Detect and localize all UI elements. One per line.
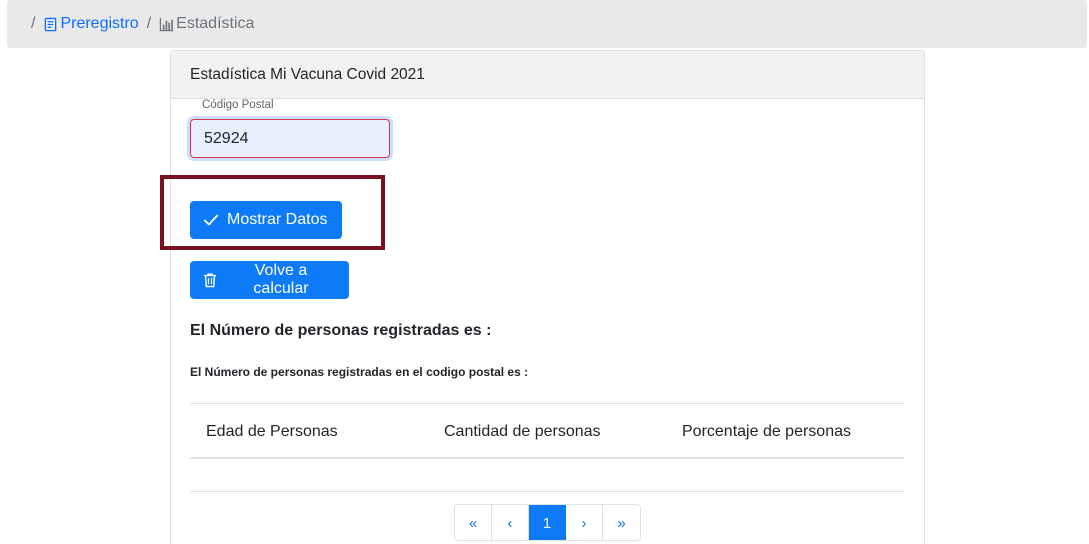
recalculate-label: Volve a calcular: [253, 262, 309, 297]
recalculate-button[interactable]: Volve a calcular: [190, 261, 349, 299]
breadcrumb-separator: /: [31, 15, 36, 32]
previous-page-button[interactable]: ‹: [492, 505, 529, 540]
bar-chart-icon: [159, 17, 174, 31]
table-border-top: [190, 403, 904, 404]
pagination: « ‹ 1 › »: [454, 504, 641, 541]
postal-code-input[interactable]: [190, 119, 390, 158]
next-page-button[interactable]: ›: [566, 505, 603, 540]
total-registered-heading: El Número de personas registradas es :: [190, 322, 492, 339]
document-icon: [45, 17, 57, 31]
last-page-button[interactable]: »: [603, 505, 640, 540]
breadcrumb: / Preregistro / Estadística: [7, 0, 1087, 48]
first-page-button[interactable]: «: [455, 505, 492, 540]
current-page-button[interactable]: 1: [529, 505, 566, 540]
check-icon: [203, 214, 219, 226]
table-border-bottom: [190, 491, 904, 492]
table-header-age: Edad de Personas: [206, 423, 338, 440]
show-data-button[interactable]: Mostrar Datos: [190, 201, 342, 239]
table-header-percentage: Porcentaje de personas: [682, 423, 851, 440]
breadcrumb-link-preregistro[interactable]: Preregistro: [43, 15, 139, 33]
card-title: Estadística Mi Vacuna Covid 2021: [171, 51, 924, 99]
trash-icon: [204, 273, 216, 288]
table-header-border: [190, 457, 904, 459]
breadcrumb-link-label: Preregistro: [60, 15, 139, 32]
show-data-label: Mostrar Datos: [227, 211, 328, 228]
breadcrumb-current-label: Estadística: [176, 15, 255, 32]
postal-registered-heading: El Número de personas registradas en el …: [190, 365, 529, 379]
table-header-count: Cantidad de personas: [444, 423, 601, 440]
breadcrumb-current: Estadística: [159, 15, 254, 33]
breadcrumb-separator: /: [146, 15, 152, 32]
postal-code-label: Código Postal: [202, 99, 274, 111]
